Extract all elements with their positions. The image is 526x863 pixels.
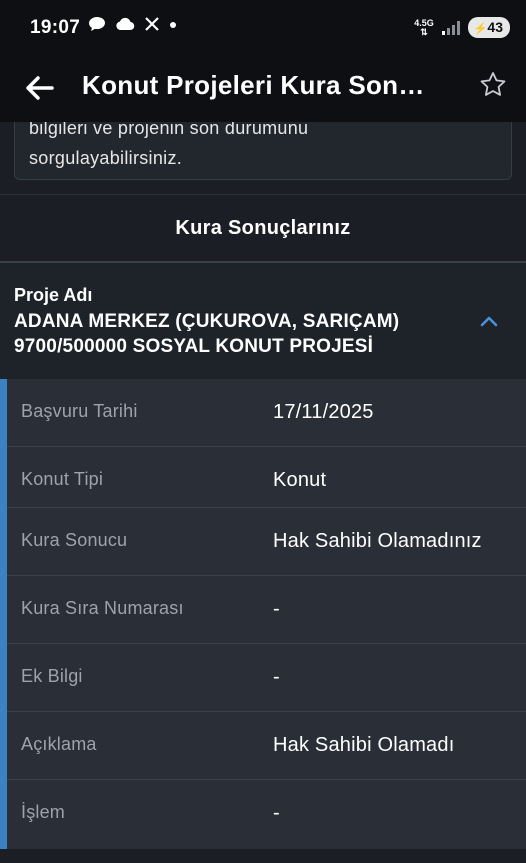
detail-value: -: [273, 666, 280, 688]
detail-label: Konut Tipi: [21, 469, 104, 489]
app-bar: Konut Projeleri Kura Son…: [0, 58, 526, 122]
battery-badge: ⚡43: [467, 17, 510, 38]
detail-row: Açıklama Hak Sahibi Olamadı: [7, 712, 526, 780]
notification-icons: [88, 16, 177, 37]
data-arrows-icon: ⇅: [420, 26, 428, 37]
detail-value: -: [273, 802, 280, 824]
detail-label: Kura Sonucu: [21, 530, 128, 550]
detail-row: İşlem -: [7, 780, 526, 848]
detail-row: Konut Tipi Konut: [7, 447, 526, 515]
project-accordion-header[interactable]: Proje Adı ADANA MERKEZ (ÇUKUROVA, SARIÇA…: [0, 263, 526, 379]
bottom-strip: [0, 849, 526, 863]
project-label: Proje Adı: [14, 285, 93, 305]
detail-label: Kura Sıra Numarası: [21, 598, 184, 618]
project-name-line-1: ADANA MERKEZ (ÇUKUROVA, SARIÇAM): [14, 311, 400, 332]
signal-icon: [441, 20, 460, 35]
network-indicator: 4.5G ⇅: [414, 18, 434, 37]
cloud-icon: [115, 16, 135, 37]
detail-value: 17/11/2025: [273, 401, 374, 423]
star-icon[interactable]: [478, 70, 508, 100]
detail-row: Kura Sonucu Hak Sahibi Olamadınız: [7, 508, 526, 576]
detail-list: Başvuru Tarihi 17/11/2025 Konut Tipi Kon…: [0, 379, 526, 849]
accent-bar: [0, 379, 7, 849]
detail-value: Konut: [273, 469, 327, 491]
status-bar: 19:07 4.5G ⇅ ⚡43: [0, 0, 526, 58]
info-text-line-2: sorgulayabilirsiniz.: [29, 148, 183, 168]
battery-level: 43: [487, 19, 503, 35]
section-header: Kura Sonuçlarınız: [0, 195, 526, 261]
chevron-up-icon[interactable]: [478, 311, 500, 333]
section-title: Kura Sonuçlarınız: [175, 216, 351, 239]
project-name-line-2: 9700/500000 SOSYAL KONUT PROJESİ: [14, 336, 374, 357]
status-right: 4.5G ⇅ ⚡43: [414, 17, 510, 38]
detail-value: Hak Sahibi Olamadı: [273, 734, 455, 756]
detail-label: Açıklama: [21, 734, 97, 754]
back-arrow-icon[interactable]: [20, 68, 60, 108]
project-name: ADANA MERKEZ (ÇUKUROVA, SARIÇAM) 9700/50…: [14, 309, 454, 359]
dot-icon: [169, 16, 177, 37]
detail-value: Hak Sahibi Olamadınız: [273, 530, 482, 552]
info-text: bilgileri ve projenin son durumunu sorgu…: [29, 113, 499, 173]
x-icon: [144, 16, 160, 37]
detail-value: -: [273, 598, 280, 620]
detail-row: Başvuru Tarihi 17/11/2025: [7, 379, 526, 447]
detail-row: Kura Sıra Numarası -: [7, 576, 526, 644]
page-title: Konut Projeleri Kura Son…: [82, 70, 425, 100]
chat-icon: [88, 16, 106, 37]
detail-label: Ek Bilgi: [21, 666, 83, 686]
detail-label: Başvuru Tarihi: [21, 401, 138, 421]
status-time: 19:07: [30, 17, 81, 38]
detail-label: İşlem: [21, 802, 66, 822]
detail-row: Ek Bilgi -: [7, 644, 526, 712]
battery-icon: ⚡: [473, 23, 488, 35]
